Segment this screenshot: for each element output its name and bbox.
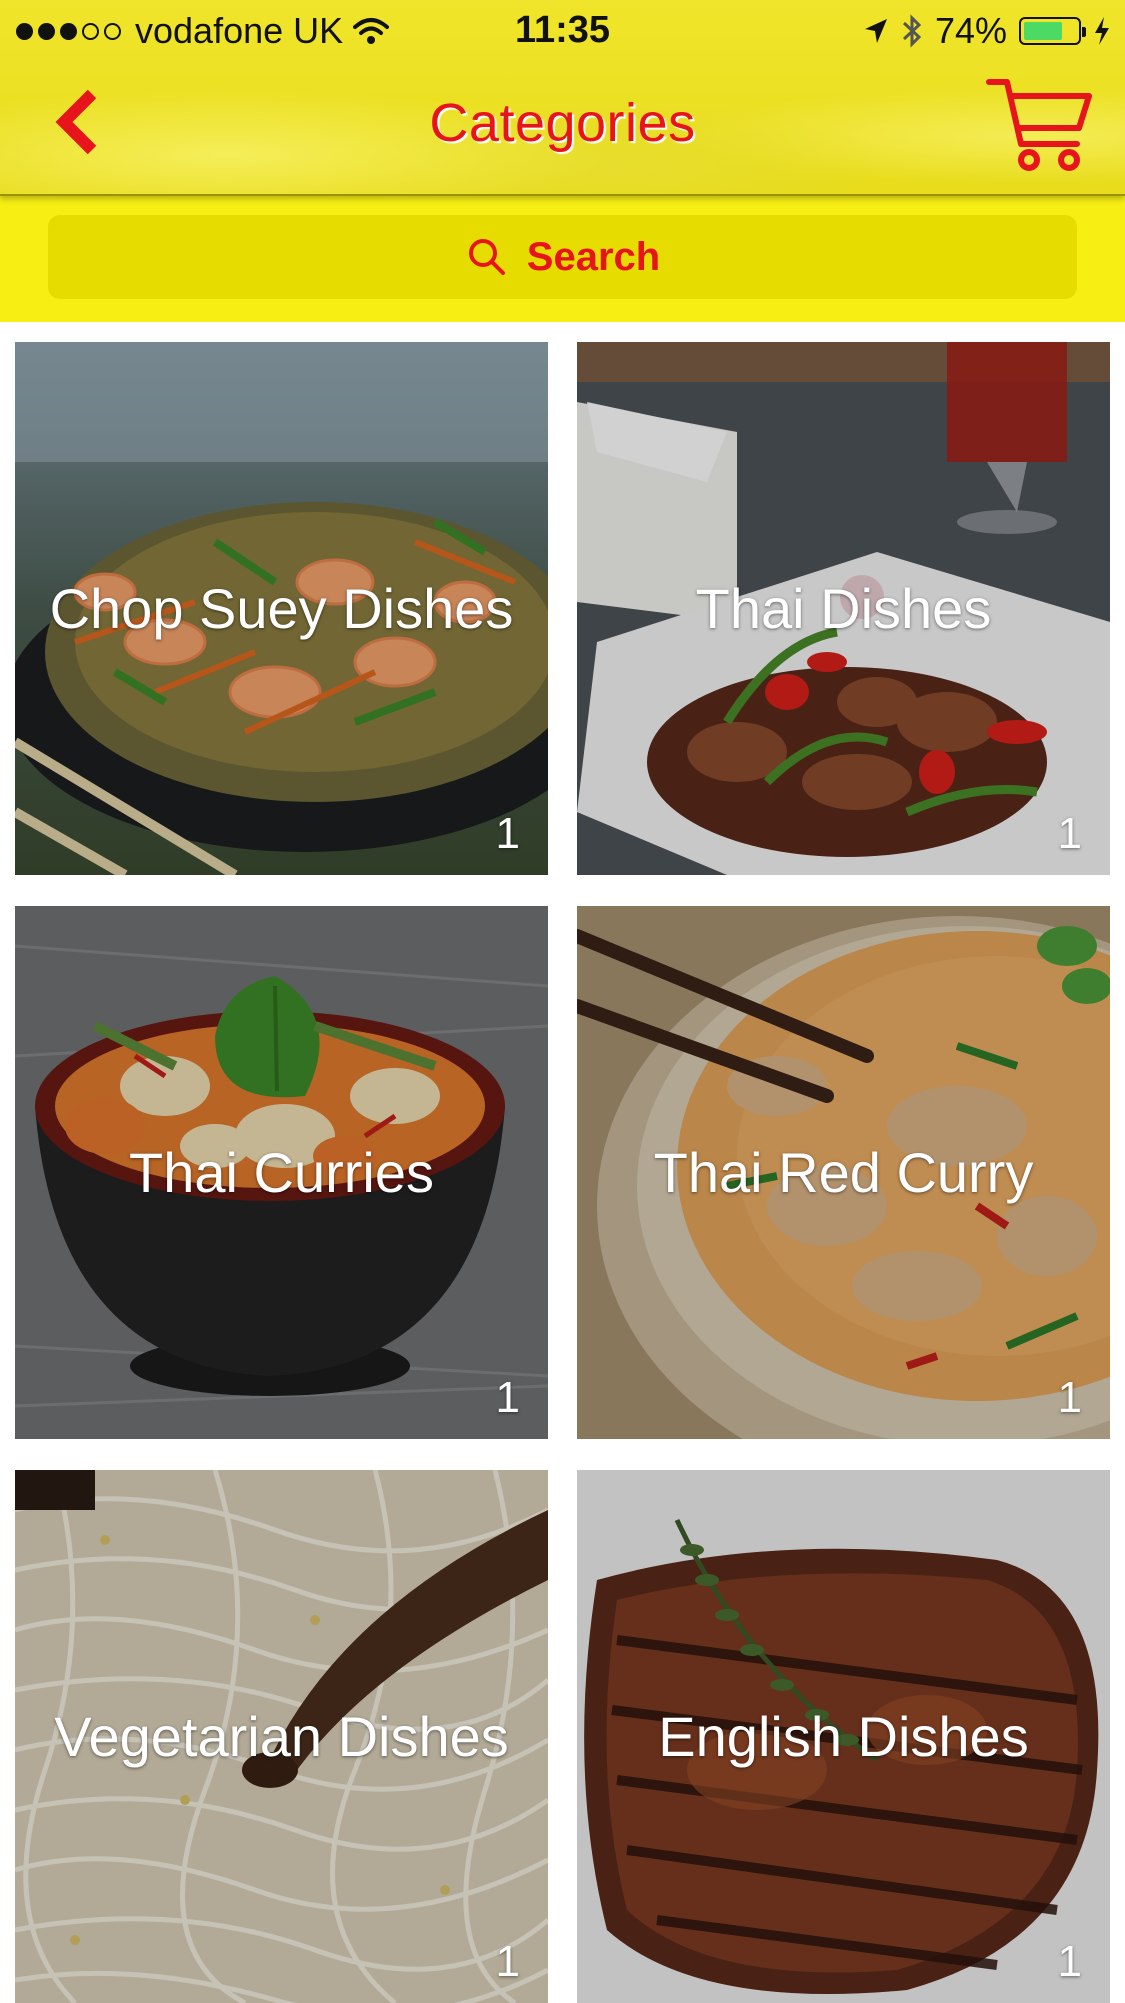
battery-percent: 74% [934, 10, 1007, 51]
category-count: 1 [1057, 1937, 1082, 1986]
cart-button[interactable] [985, 74, 1095, 174]
search-label: Search [526, 234, 661, 279]
cart-icon [986, 79, 1092, 171]
category-name: Chop Suey Dishes [49, 576, 514, 640]
category-tile-vegetarian-dishes[interactable]: Vegetarian Dishes 1 [15, 1470, 548, 2003]
charging-bolt-icon [1095, 17, 1109, 45]
battery-icon [1019, 17, 1086, 45]
category-count: 1 [1057, 809, 1082, 858]
location-arrow-icon [864, 19, 887, 43]
category-tile-english-dishes[interactable]: English Dishes 1 [577, 1470, 1110, 2003]
category-count: 1 [495, 1937, 520, 1986]
category-tile-thai-curries[interactable]: Thai Curries 1 [15, 906, 548, 1439]
category-name: Thai Curries [129, 1140, 434, 1204]
category-name: Thai Red Curry [653, 1140, 1034, 1204]
status-bar: vodafone UK 11:35 74% [0, 0, 1125, 62]
search-bar: Search [0, 194, 1125, 322]
category-tile-chop-suey-dishes[interactable]: Chop Suey Dishes 1 [15, 342, 548, 875]
category-count: 1 [495, 1373, 520, 1422]
category-tile-thai-dishes[interactable]: Thai Dishes 1 [577, 342, 1110, 875]
category-name: Thai Dishes [695, 576, 992, 640]
category-tile-thai-red-curry[interactable]: Thai Red Curry 1 [577, 906, 1110, 1439]
app-header: vodafone UK 11:35 74% Categories [0, 0, 1125, 196]
page-title: Categories [429, 93, 696, 153]
category-grid: Chop Suey Dishes 1 Thai Dishes 1 Thai Cu… [0, 322, 1125, 2003]
category-count: 1 [495, 809, 520, 858]
search-icon [468, 239, 505, 275]
category-name: English Dishes [658, 1704, 1029, 1768]
search-button[interactable]: Search [48, 215, 1077, 299]
category-count: 1 [1057, 1373, 1082, 1422]
category-name: Vegetarian Dishes [54, 1704, 509, 1768]
bluetooth-icon [902, 14, 922, 48]
